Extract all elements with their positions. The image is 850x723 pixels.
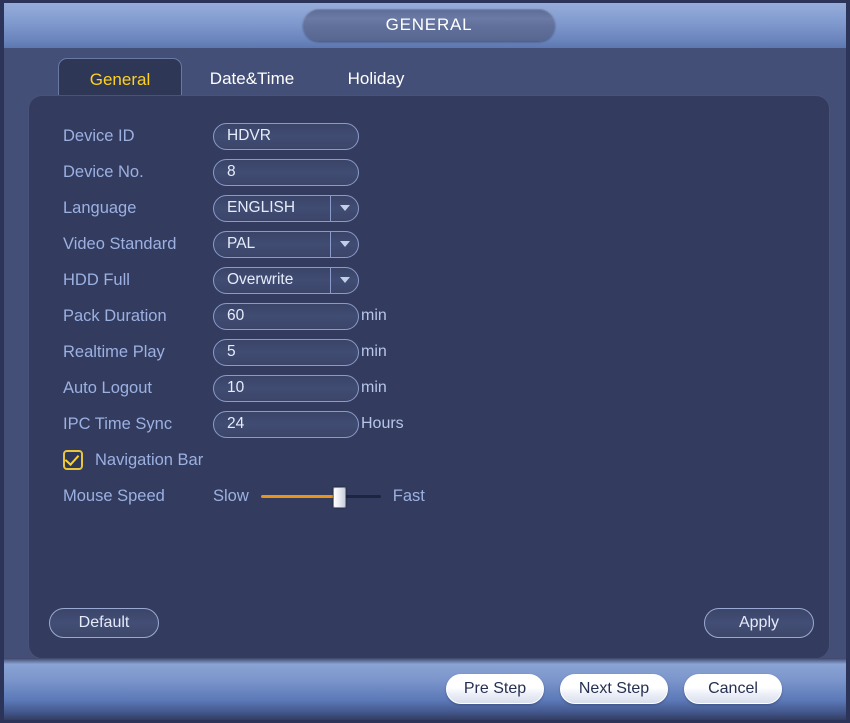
- label-auto-logout: Auto Logout: [63, 378, 152, 397]
- label-navigation-bar: Navigation Bar: [95, 450, 204, 469]
- input-auto-logout[interactable]: 10: [213, 374, 359, 402]
- slider-thumb[interactable]: [333, 487, 347, 508]
- input-realtime-play[interactable]: 5: [213, 338, 359, 366]
- next-step-label: Next Step: [578, 680, 650, 697]
- chevron-down-icon[interactable]: [330, 267, 358, 293]
- slider-max-label: Fast: [392, 486, 425, 505]
- field-row-device-id: Device ID HDVR: [63, 118, 359, 154]
- mouse-speed-slider[interactable]: Slow Fast: [213, 486, 425, 508]
- value-hdd-full: Overwrite: [227, 271, 294, 288]
- unit-ipc-time-sync: Hours: [361, 415, 404, 432]
- select-hdd-full[interactable]: Overwrite: [213, 266, 359, 294]
- label-device-no: Device No.: [63, 162, 144, 181]
- value-language: ENGLISH: [227, 199, 296, 216]
- field-row-ipc-time-sync: IPC Time Sync 24 Hours: [63, 406, 404, 442]
- pre-step-button[interactable]: Pre Step: [446, 674, 544, 704]
- input-ipc-time-sync[interactable]: 24: [213, 410, 359, 438]
- dvr-general-settings-window: GENERAL General Date&Time Holiday Device…: [0, 0, 850, 723]
- tab-bar: General Date&Time Holiday: [4, 48, 846, 100]
- unit-pack-duration: min: [361, 307, 387, 324]
- field-row-navigation-bar: Navigation Bar: [63, 442, 203, 478]
- chevron-down-icon[interactable]: [330, 195, 358, 221]
- input-pack-duration[interactable]: 60: [213, 302, 359, 330]
- cancel-label: Cancel: [708, 680, 758, 697]
- window-title-pill: GENERAL: [303, 9, 555, 41]
- label-device-id: Device ID: [63, 126, 135, 145]
- label-mouse-speed: Mouse Speed: [63, 486, 165, 505]
- field-row-pack-duration: Pack Duration 60 min: [63, 298, 387, 334]
- input-device-no[interactable]: 8: [213, 158, 359, 186]
- page-title: GENERAL: [385, 15, 473, 34]
- input-device-id[interactable]: HDVR: [213, 122, 359, 150]
- value-pack-duration: 60: [227, 307, 245, 324]
- slider-track-fill: [260, 494, 336, 498]
- slider-min-label: Slow: [213, 486, 249, 505]
- general-settings-form: Device ID HDVR Device No. 8 Language ENG…: [29, 96, 829, 576]
- tab-general-label: General: [89, 69, 151, 89]
- select-video-standard[interactable]: PAL: [213, 230, 359, 258]
- label-video-standard: Video Standard: [63, 234, 177, 253]
- settings-panel: Device ID HDVR Device No. 8 Language ENG…: [28, 95, 830, 659]
- wizard-button-bar: Pre Step Next Step Cancel: [4, 658, 846, 720]
- next-step-button[interactable]: Next Step: [560, 674, 668, 704]
- slider-track[interactable]: [260, 486, 381, 508]
- unit-realtime-play: min: [361, 343, 387, 360]
- unit-auto-logout: min: [361, 379, 387, 396]
- tab-date-time[interactable]: Date&Time: [190, 58, 314, 100]
- pre-step-label: Pre Step: [463, 680, 527, 697]
- navigation-bar-checkbox[interactable]: [63, 450, 83, 470]
- tab-holiday-label: Holiday: [347, 69, 405, 88]
- value-ipc-time-sync: 24: [227, 415, 245, 432]
- value-device-no: 8: [227, 163, 236, 180]
- label-ipc-time-sync: IPC Time Sync: [63, 414, 173, 433]
- label-realtime-play: Realtime Play: [63, 342, 165, 361]
- title-bar: GENERAL: [4, 3, 846, 48]
- tab-general[interactable]: General: [58, 58, 182, 100]
- label-pack-duration: Pack Duration: [63, 306, 167, 325]
- field-row-mouse-speed: Mouse Speed Slow Fast: [63, 478, 425, 514]
- apply-button-label: Apply: [738, 614, 780, 631]
- field-row-auto-logout: Auto Logout 10 min: [63, 370, 387, 406]
- field-row-hdd-full: HDD Full Overwrite: [63, 262, 359, 298]
- default-button-label: Default: [78, 614, 130, 631]
- select-language[interactable]: ENGLISH: [213, 194, 359, 222]
- field-row-device-no: Device No. 8: [63, 154, 359, 190]
- tab-holiday[interactable]: Holiday: [324, 58, 428, 100]
- label-language: Language: [63, 198, 137, 217]
- value-device-id: HDVR: [227, 127, 271, 144]
- value-auto-logout: 10: [227, 379, 245, 396]
- field-row-realtime-play: Realtime Play 5 min: [63, 334, 387, 370]
- field-row-video-standard: Video Standard PAL: [63, 226, 359, 262]
- value-realtime-play: 5: [227, 343, 236, 360]
- check-icon: [64, 450, 80, 467]
- chevron-down-icon[interactable]: [330, 231, 358, 257]
- cancel-button[interactable]: Cancel: [684, 674, 782, 704]
- apply-button[interactable]: Apply: [704, 608, 814, 638]
- default-button[interactable]: Default: [49, 608, 159, 638]
- tab-date-time-label: Date&Time: [209, 69, 295, 88]
- field-row-language: Language ENGLISH: [63, 190, 359, 226]
- label-hdd-full: HDD Full: [63, 270, 130, 289]
- value-video-standard: PAL: [227, 235, 256, 252]
